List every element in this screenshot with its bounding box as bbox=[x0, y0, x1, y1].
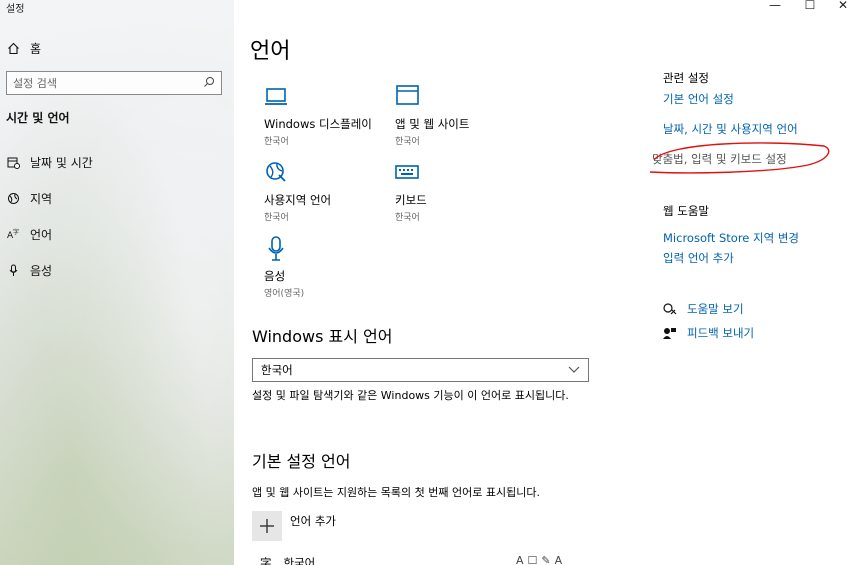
chevron-down-icon bbox=[568, 364, 580, 377]
plus-icon bbox=[252, 511, 282, 541]
tile-apps-websites[interactable]: 앱 및 웹 사이트 한국어 bbox=[395, 84, 520, 147]
display-language-select[interactable]: 한국어 bbox=[252, 358, 589, 382]
language-feature-icons: A☐✎A bbox=[516, 554, 566, 565]
minimize-button[interactable]: — bbox=[760, 0, 790, 12]
preferred-language-heading: 기본 설정 언어 bbox=[252, 452, 351, 471]
select-value: 한국어 bbox=[261, 363, 293, 377]
related-link-spelling-typing-keyboard[interactable]: 맞춤법, 입력 및 키보드 설정 bbox=[652, 151, 787, 167]
display-language-description: 설정 및 파일 탐색기와 같은 Windows 기능이 이 언어로 표시됩니다. bbox=[252, 389, 569, 402]
web-help-link-store-region[interactable]: Microsoft Store 지역 변경 bbox=[663, 230, 799, 246]
search-input[interactable] bbox=[13, 76, 193, 90]
laptop-icon bbox=[264, 84, 290, 110]
language-list-item[interactable]: 字 한국어 bbox=[260, 555, 315, 565]
feedback-icon bbox=[663, 327, 677, 340]
tile-keyboard[interactable]: 키보드 한국어 bbox=[395, 160, 520, 223]
add-language-button[interactable]: 언어 추가 bbox=[252, 511, 336, 541]
main-content: 언어 Windows 디스플레이 한국어 앱 및 웹 사이트 한국어 사용지역 … bbox=[234, 0, 856, 565]
get-help-label: 도움말 보기 bbox=[687, 302, 744, 316]
display-language-heading: Windows 표시 언어 bbox=[252, 327, 393, 346]
tile-name: 음성 bbox=[264, 269, 286, 283]
web-help-heading: 웹 도움말 bbox=[663, 204, 709, 218]
tile-speech[interactable]: 음성 영어(영국) bbox=[264, 236, 389, 299]
sidebar-item-date-time[interactable]: 날짜 및 시간 bbox=[6, 154, 93, 171]
related-link-default-language[interactable]: 기본 언어 설정 bbox=[663, 91, 734, 107]
sidebar-item-language[interactable]: A字 언어 bbox=[6, 226, 53, 243]
globe-icon bbox=[6, 192, 20, 205]
svg-text:字: 字 bbox=[13, 228, 19, 236]
speech-feature-icon: ☐ bbox=[527, 554, 542, 565]
sidebar-item-speech[interactable]: 음성 bbox=[6, 262, 52, 279]
help-chat-icon bbox=[663, 302, 677, 316]
calendar-icon bbox=[6, 156, 20, 169]
web-help-link-add-input-language[interactable]: 입력 언어 추가 bbox=[663, 250, 734, 266]
language-icon: A字 bbox=[6, 228, 20, 241]
send-feedback-label: 피드백 보내기 bbox=[687, 326, 755, 340]
get-help-link[interactable]: 도움말 보기 bbox=[663, 301, 744, 317]
preferred-language-description: 앱 및 웹 사이트는 지원하는 목록의 첫 번째 언어로 표시됩니다. bbox=[252, 486, 540, 499]
window-title: 설정 bbox=[6, 4, 25, 15]
tile-sub: 한국어 bbox=[395, 137, 420, 147]
sidebar-item-label: 지역 bbox=[30, 192, 53, 206]
tile-sub: 영어(영국) bbox=[264, 289, 305, 299]
search-icon[interactable] bbox=[203, 76, 215, 91]
sidebar-section-title: 시간 및 언어 bbox=[6, 111, 70, 125]
tile-name: 키보드 bbox=[395, 193, 427, 207]
page-title: 언어 bbox=[250, 39, 291, 64]
tile-name: 사용지역 언어 bbox=[264, 193, 332, 207]
regional-globe-icon bbox=[264, 160, 290, 186]
display-language-feature-icon: A bbox=[516, 554, 528, 565]
tile-regional-format[interactable]: 사용지역 언어 한국어 bbox=[264, 160, 389, 223]
close-button[interactable]: ✕ bbox=[828, 0, 856, 12]
app-window-icon bbox=[395, 84, 421, 110]
search-box[interactable] bbox=[6, 71, 222, 95]
maximize-button[interactable]: ☐ bbox=[795, 0, 825, 12]
language-name: 한국어 bbox=[283, 556, 316, 565]
sidebar-item-label: 홈 bbox=[30, 42, 42, 56]
microphone-icon bbox=[264, 236, 290, 262]
tile-name: 앱 및 웹 사이트 bbox=[395, 117, 470, 131]
sidebar-item-region[interactable]: 지역 bbox=[6, 190, 52, 207]
tile-name: Windows 디스플레이 bbox=[264, 117, 372, 131]
related-settings-heading: 관련 설정 bbox=[663, 71, 709, 85]
sidebar-item-label: 음성 bbox=[30, 264, 53, 278]
tile-sub: 한국어 bbox=[264, 213, 289, 223]
language-glyph-icon: 字 bbox=[260, 556, 272, 565]
microphone-icon bbox=[6, 264, 20, 277]
tile-windows-display[interactable]: Windows 디스플레이 한국어 bbox=[264, 84, 389, 147]
sidebar-item-label: 날짜 및 시간 bbox=[30, 156, 93, 170]
tile-sub: 한국어 bbox=[264, 137, 289, 147]
tile-sub: 한국어 bbox=[395, 213, 420, 223]
send-feedback-link[interactable]: 피드백 보내기 bbox=[663, 325, 754, 341]
home-icon bbox=[6, 42, 20, 55]
text-feature-icon: A bbox=[554, 554, 567, 565]
sidebar: 설정 홈 시간 및 언어 날짜 및 시간 지역 A字 언어 음성 bbox=[0, 0, 234, 565]
sidebar-item-label: 언어 bbox=[30, 228, 53, 242]
related-link-date-time-region[interactable]: 날짜, 시간 및 사용지역 언어 bbox=[663, 121, 798, 137]
add-language-label: 언어 추가 bbox=[290, 514, 336, 528]
keyboard-icon bbox=[395, 160, 421, 186]
sidebar-item-home[interactable]: 홈 bbox=[6, 40, 41, 57]
handwriting-feature-icon: ✎ bbox=[541, 554, 555, 565]
